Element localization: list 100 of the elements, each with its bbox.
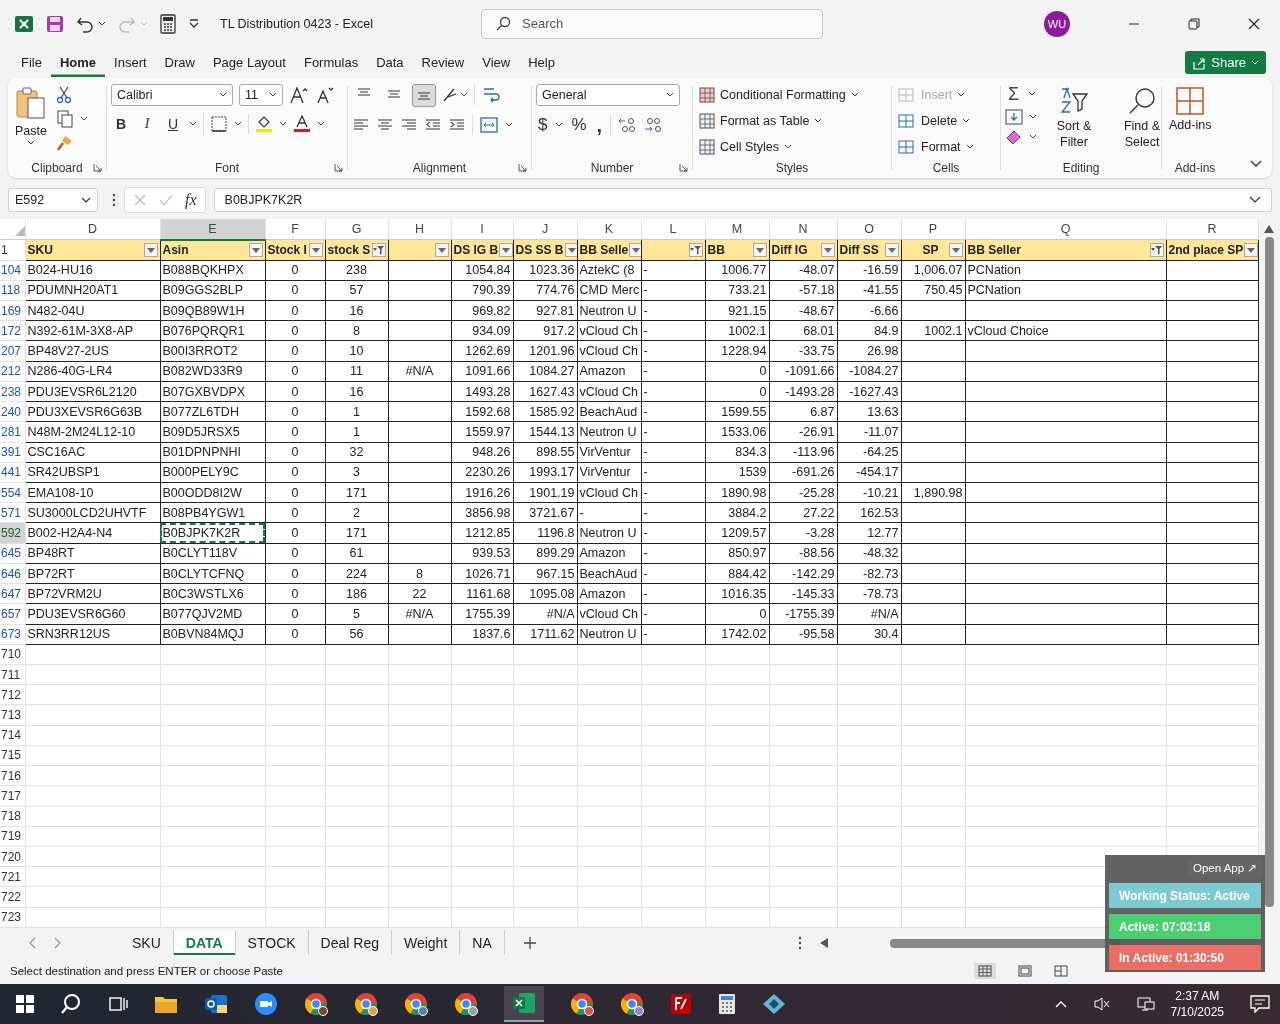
- row-header[interactable]: 714: [0, 725, 25, 746]
- styles-menu-button[interactable]: Format as Table: [697, 109, 825, 132]
- grow-font-icon[interactable]: [289, 85, 309, 104]
- sheet-tab[interactable]: NA: [460, 931, 505, 956]
- filter-button[interactable]: [948, 243, 963, 257]
- caret-icon[interactable]: [98, 20, 106, 27]
- row-header[interactable]: 646: [0, 563, 25, 584]
- row-header[interactable]: 238: [0, 381, 25, 402]
- ribbon-tab[interactable]: Formulas: [294, 48, 368, 77]
- column-header[interactable]: L: [641, 218, 705, 240]
- column-header[interactable]: G: [325, 218, 388, 240]
- caret-icon[interactable]: [317, 120, 325, 127]
- bold-button[interactable]: B: [111, 115, 131, 132]
- column-header[interactable]: M: [705, 218, 769, 240]
- font-family-dropdown[interactable]: Calibri: [111, 83, 233, 106]
- diamond-app-icon[interactable]: [762, 993, 786, 1015]
- cut-icon[interactable]: [56, 85, 72, 104]
- ribbon-tab[interactable]: Draw: [155, 48, 204, 77]
- formula-input[interactable]: B0BJPK7K2R: [213, 187, 1272, 212]
- notifications-icon[interactable]: [1250, 995, 1270, 1013]
- filter-button[interactable]: [248, 243, 263, 258]
- percent-format-button[interactable]: %: [569, 115, 589, 136]
- row-header[interactable]: 712: [0, 684, 25, 705]
- filter-applied-button[interactable]: [1149, 243, 1164, 257]
- mail-app-icon[interactable]: [204, 993, 228, 1015]
- styles-menu-button[interactable]: Conditional Formatting: [697, 83, 861, 106]
- normal-view-button[interactable]: [974, 963, 996, 980]
- row-header[interactable]: 391: [0, 442, 25, 463]
- row-header[interactable]: 723: [0, 907, 25, 928]
- font-size-dropdown[interactable]: 11: [239, 83, 283, 106]
- active-cell[interactable]: B0BJPK7K2R: [160, 522, 265, 544]
- row-header[interactable]: 717: [0, 785, 25, 806]
- cells-menu-button[interactable]: Format: [896, 135, 976, 158]
- align-text-icon[interactable]: [352, 116, 370, 133]
- sort-filter-button[interactable]: Sort & Filter: [1043, 83, 1105, 152]
- video-call-icon[interactable]: [254, 992, 278, 1016]
- comma-format-button[interactable]: ,: [594, 113, 605, 137]
- italic-button[interactable]: I: [137, 115, 157, 132]
- styles-menu-button[interactable]: Cell Styles: [697, 135, 795, 158]
- row-header[interactable]: 721: [0, 866, 25, 887]
- underline-button[interactable]: U: [163, 115, 183, 132]
- filter-button[interactable]: [752, 243, 767, 257]
- filter-applied-button[interactable]: [371, 243, 386, 257]
- decrease-decimal-icon[interactable]: [643, 116, 664, 135]
- fill-down-icon[interactable]: [1005, 108, 1023, 125]
- spreadsheet-app-icon[interactable]: [512, 992, 536, 1014]
- filter-button[interactable]: [499, 243, 512, 257]
- increase-decimal-icon[interactable]: [617, 116, 638, 135]
- row-header[interactable]: 719: [0, 826, 25, 847]
- orientation-icon[interactable]: [442, 87, 468, 104]
- shrink-font-icon[interactable]: [315, 85, 335, 104]
- column-header[interactable]: H: [388, 218, 451, 240]
- autosum-button[interactable]: Σ: [1005, 83, 1023, 105]
- column-header[interactable]: N: [769, 218, 837, 240]
- row-header[interactable]: 571: [0, 502, 25, 523]
- row-header[interactable]: 715: [0, 745, 25, 766]
- row-header[interactable]: 720: [0, 846, 25, 867]
- number-format-dropdown[interactable]: General: [536, 83, 680, 106]
- close-icon[interactable]: [1248, 17, 1260, 30]
- copy-icon[interactable]: [56, 109, 74, 128]
- filter-button[interactable]: [629, 243, 640, 257]
- ftp-client-icon[interactable]: [670, 993, 692, 1015]
- column-header[interactable]: P: [901, 218, 965, 240]
- more-options-icon[interactable]: [798, 936, 802, 951]
- row-header[interactable]: 104: [0, 260, 25, 281]
- sheet-tab[interactable]: DATA: [173, 931, 236, 956]
- page-layout-icon[interactable]: [1018, 965, 1032, 978]
- filter-button[interactable]: [820, 243, 835, 257]
- dialog-launcher-icon[interactable]: [334, 163, 343, 173]
- save-icon[interactable]: [46, 14, 64, 33]
- borders-icon[interactable]: [210, 114, 228, 133]
- insert-function-button[interactable]: fx: [185, 190, 197, 209]
- caret-icon[interactable]: [1029, 113, 1037, 120]
- row-header[interactable]: 172: [0, 320, 25, 341]
- name-box[interactable]: E592: [8, 187, 98, 212]
- task-view-icon[interactable]: [108, 995, 128, 1013]
- user-avatar[interactable]: WU: [1044, 10, 1070, 37]
- ribbon-tab[interactable]: View: [473, 48, 520, 77]
- row-header[interactable]: 169: [0, 300, 25, 321]
- row-header[interactable]: 711: [0, 664, 25, 685]
- row-header[interactable]: 645: [0, 543, 25, 564]
- column-header[interactable]: I: [451, 218, 513, 240]
- column-header[interactable]: D: [25, 218, 160, 240]
- vertical-align-button[interactable]: [412, 83, 436, 107]
- row-header[interactable]: 1: [0, 239, 25, 261]
- font-color-icon[interactable]: [293, 114, 311, 133]
- folder-icon[interactable]: [154, 994, 178, 1014]
- caret-icon[interactable]: [505, 121, 513, 128]
- add-sheet-icon[interactable]: [522, 936, 537, 951]
- speaker-muted-icon[interactable]: [1092, 996, 1111, 1012]
- ribbon-tab[interactable]: File: [12, 48, 51, 77]
- open-app-link[interactable]: Open App ↗: [1188, 859, 1262, 877]
- currency-format-button[interactable]: $: [536, 115, 550, 136]
- browser-icon[interactable]: [620, 992, 644, 1016]
- filter-button[interactable]: [143, 243, 158, 257]
- ribbon-tab[interactable]: Home: [50, 48, 106, 77]
- sheet-tab[interactable]: Deal Reg: [308, 931, 392, 956]
- column-header[interactable]: O: [837, 218, 901, 240]
- share-button[interactable]: Share: [1185, 51, 1266, 75]
- browser-icon[interactable]: [404, 992, 428, 1016]
